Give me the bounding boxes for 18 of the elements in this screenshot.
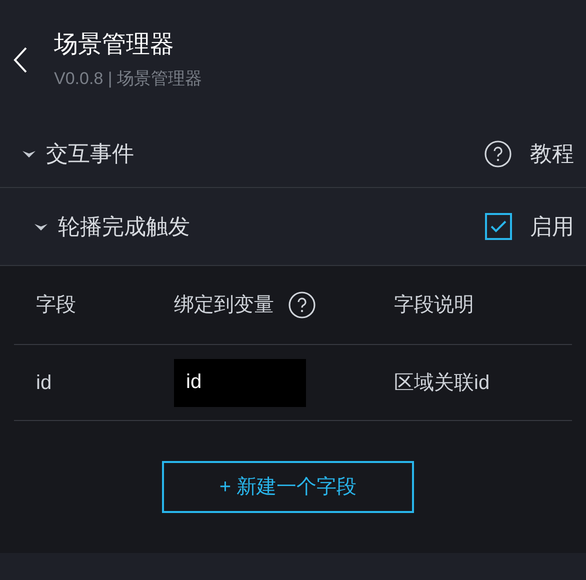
caret-down-icon[interactable]: [22, 150, 36, 158]
event-title[interactable]: 轮播完成触发: [58, 210, 190, 243]
column-header: 绑定到变量: [174, 293, 274, 318]
version-subtitle: V0.0.8 | 场景管理器: [54, 68, 202, 90]
section-title[interactable]: 交互事件: [46, 137, 134, 170]
caret-down-icon[interactable]: [34, 222, 48, 230]
tutorial-link[interactable]: 教程: [530, 137, 574, 170]
variable-input[interactable]: id: [174, 358, 306, 406]
table-cell: id: [36, 372, 52, 394]
enable-label: 启用: [530, 213, 574, 241]
help-icon[interactable]: [288, 291, 316, 319]
page-title: 场景管理器: [54, 30, 175, 60]
table-cell: 区域关联id: [394, 372, 490, 394]
enable-checkbox[interactable]: [485, 213, 512, 240]
column-header: 字段说明: [394, 293, 474, 318]
add-field-button[interactable]: + 新建一个字段: [162, 461, 414, 513]
help-icon[interactable]: [484, 140, 512, 168]
column-header: 字段: [36, 293, 76, 318]
